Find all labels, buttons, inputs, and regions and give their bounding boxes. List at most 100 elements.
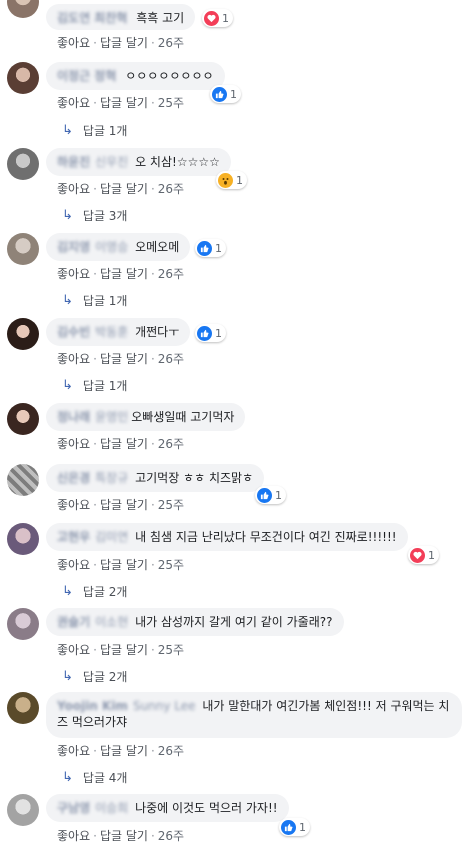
comment-author[interactable]: Yoojin Kim: [57, 699, 128, 713]
reaction-count-value: 1: [428, 548, 435, 562]
reaction-count[interactable]: 1: [202, 9, 233, 27]
reply-button[interactable]: 답글 달기: [100, 437, 148, 451]
comment-author[interactable]: 김도연 최찬혁: [57, 11, 127, 25]
like-button[interactable]: 좋아요: [57, 498, 90, 512]
like-button[interactable]: 좋아요: [57, 96, 90, 110]
comment-author-secondary[interactable]: 이영승: [95, 240, 128, 254]
timestamp[interactable]: 26주: [158, 744, 184, 758]
avatar[interactable]: [7, 0, 39, 18]
comment-author-secondary[interactable]: 신우진: [95, 155, 128, 169]
wow-face-icon: [218, 172, 233, 188]
comment-bubble: 이정근 정혁 ㅇㅇㅇㅇㅇㅇㅇㅇ: [46, 62, 225, 90]
reaction-count-value: 1: [299, 820, 306, 834]
reply-button[interactable]: 답글 달기: [100, 558, 148, 572]
like-button[interactable]: 좋아요: [57, 643, 90, 657]
timestamp[interactable]: 25주: [158, 643, 184, 657]
separator: ·: [150, 744, 155, 758]
avatar[interactable]: [7, 794, 39, 826]
view-replies-link[interactable]: ↳ 답글 1개: [62, 292, 127, 309]
avatar[interactable]: [7, 318, 39, 350]
reaction-count[interactable]: 1: [255, 486, 286, 504]
view-replies-link[interactable]: ↳ 답글 2개: [62, 668, 127, 685]
like-button[interactable]: 좋아요: [57, 829, 90, 843]
comment-author[interactable]: 김지영: [57, 240, 90, 254]
reply-button[interactable]: 답글 달기: [100, 352, 148, 366]
comment-text: ㅇㅇㅇㅇㅇㅇㅇㅇ: [125, 69, 214, 83]
comment-author-secondary[interactable]: 박동훈: [95, 325, 128, 339]
comment-author-secondary[interactable]: 이소현: [95, 615, 128, 629]
avatar[interactable]: [7, 62, 39, 94]
timestamp[interactable]: 25주: [158, 96, 184, 110]
reply-button[interactable]: 답글 달기: [100, 498, 148, 512]
timestamp[interactable]: 26주: [158, 437, 184, 451]
reaction-count[interactable]: 1: [408, 546, 439, 564]
comment-actions: 좋아요 · 답글 달기 · 26주: [57, 827, 184, 843]
avatar[interactable]: [7, 403, 39, 435]
replies-count[interactable]: 답글 4개: [83, 769, 128, 786]
comment-author-secondary[interactable]: 이승희: [95, 801, 128, 815]
view-replies-link[interactable]: ↳ 답글 3개: [62, 207, 127, 224]
view-replies-link[interactable]: ↳ 답글 1개: [62, 122, 127, 139]
avatar[interactable]: [7, 148, 39, 180]
heart-icon: [204, 10, 219, 26]
avatar[interactable]: [7, 523, 39, 555]
comment-author[interactable]: 고현우: [57, 530, 90, 544]
reply-button[interactable]: 답글 달기: [100, 96, 148, 110]
timestamp[interactable]: 26주: [158, 829, 184, 843]
timestamp[interactable]: 26주: [158, 352, 184, 366]
view-replies-link[interactable]: ↳ 답글 2개: [62, 583, 127, 600]
replies-count[interactable]: 답글 3개: [83, 207, 128, 224]
avatar[interactable]: [7, 464, 39, 496]
replies-count[interactable]: 답글 1개: [83, 292, 128, 309]
comment-author[interactable]: 권슬기: [57, 615, 90, 629]
like-button[interactable]: 좋아요: [57, 744, 90, 758]
comment-author[interactable]: 신은경: [57, 471, 90, 485]
like-button[interactable]: 좋아요: [57, 182, 90, 196]
view-replies-link[interactable]: ↳ 답글 1개: [62, 377, 127, 394]
comment-author-secondary[interactable]: 김미연: [95, 530, 128, 544]
separator: ·: [93, 437, 97, 451]
avatar[interactable]: [7, 608, 39, 640]
separator: ·: [150, 437, 155, 451]
reaction-count[interactable]: 1: [279, 818, 310, 836]
comment-author[interactable]: 구남영: [57, 801, 90, 815]
comment-author-secondary[interactable]: 특장규: [95, 471, 128, 485]
separator: ·: [93, 829, 97, 843]
replies-count[interactable]: 답글 2개: [83, 668, 128, 685]
comment-author-secondary[interactable]: 윤영민: [95, 410, 128, 424]
reaction-count[interactable]: 1: [195, 324, 226, 342]
comment-author[interactable]: 김수빈: [57, 325, 90, 339]
view-replies-link[interactable]: ↳ 답글 4개: [62, 769, 127, 786]
like-button[interactable]: 좋아요: [57, 36, 90, 50]
reply-button[interactable]: 답글 달기: [100, 36, 148, 50]
reply-button[interactable]: 답글 달기: [100, 267, 148, 281]
reply-button[interactable]: 답글 달기: [100, 829, 148, 843]
comment-author[interactable]: 이정근 정혁: [57, 69, 116, 83]
timestamp[interactable]: 26주: [158, 36, 184, 50]
reaction-count[interactable]: 1: [210, 85, 241, 103]
reply-button[interactable]: 답글 달기: [100, 643, 148, 657]
reaction-count-value: 1: [236, 173, 243, 187]
avatar[interactable]: [7, 233, 39, 265]
avatar[interactable]: [7, 692, 39, 724]
reply-button[interactable]: 답글 달기: [100, 182, 148, 196]
reaction-count[interactable]: 1: [195, 239, 226, 257]
timestamp[interactable]: 26주: [158, 182, 184, 196]
replies-count[interactable]: 답글 2개: [83, 583, 128, 600]
like-button[interactable]: 좋아요: [57, 267, 90, 281]
timestamp[interactable]: 25주: [158, 558, 184, 572]
comment-author[interactable]: 정나래: [57, 410, 90, 424]
timestamp[interactable]: 25주: [158, 498, 184, 512]
comment-bubble: 구남영 이승희 나중에 이것도 먹으러 가자!!: [46, 794, 289, 822]
timestamp[interactable]: 26주: [158, 267, 184, 281]
like-button[interactable]: 좋아요: [57, 558, 90, 572]
like-button[interactable]: 좋아요: [57, 352, 90, 366]
reply-arrow-icon: ↳: [62, 584, 73, 599]
reply-button[interactable]: 답글 달기: [100, 744, 148, 758]
comment-author[interactable]: 하윤진: [57, 155, 90, 169]
comment-author-secondary[interactable]: Sunny Lee: [133, 699, 196, 713]
replies-count[interactable]: 답글 1개: [83, 377, 128, 394]
reaction-count[interactable]: 1: [216, 171, 247, 189]
like-button[interactable]: 좋아요: [57, 437, 90, 451]
replies-count[interactable]: 답글 1개: [83, 122, 128, 139]
